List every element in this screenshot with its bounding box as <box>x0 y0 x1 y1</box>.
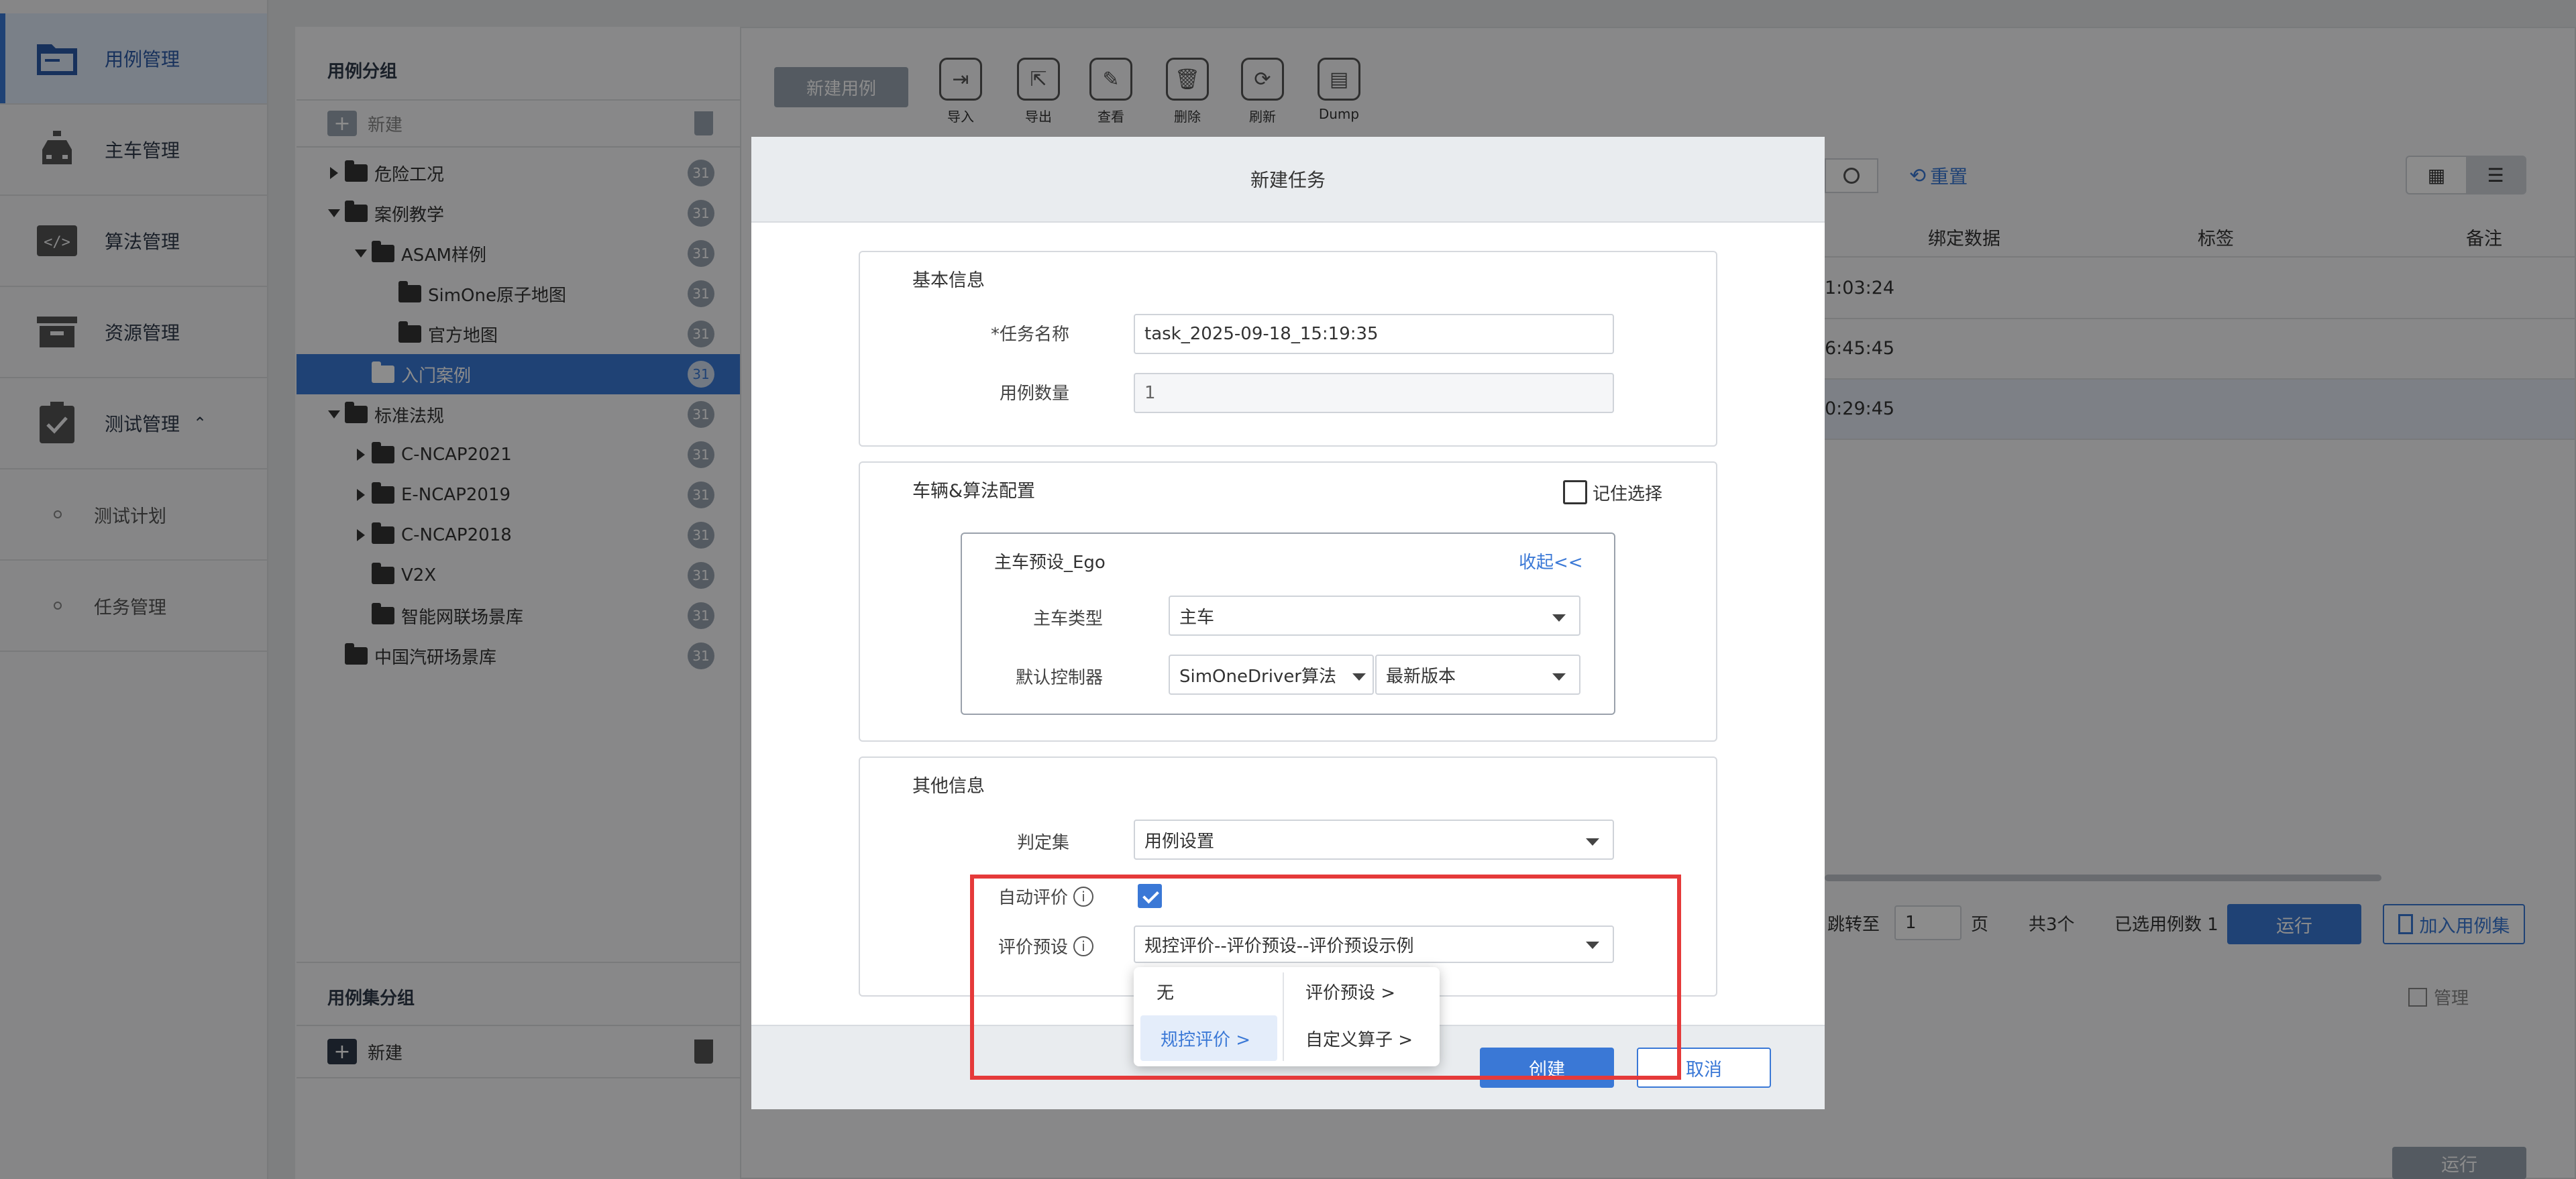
judge-set-label: 判定集 <box>1016 833 1069 853</box>
caret-down-icon <box>1586 838 1599 846</box>
version-select[interactable]: 最新版本 <box>1375 655 1580 695</box>
controller-label: 默认控制器 <box>1015 668 1103 688</box>
highlight-box <box>970 875 1681 1080</box>
caret-down-icon <box>1552 673 1566 681</box>
task-name-label: *任务名称 <box>990 325 1069 345</box>
basic-info-title: 基本信息 <box>912 270 985 291</box>
vehicle-type-label: 主车类型 <box>1032 609 1103 629</box>
task-name-input[interactable]: task_2025-09-18_15:19:35 <box>1134 314 1614 354</box>
dialog-header: 新建任务 <box>751 137 1825 223</box>
remember-checkbox[interactable] <box>1563 480 1587 504</box>
other-info-title: 其他信息 <box>912 776 985 797</box>
ego-preset-title: 主车预设_Ego <box>994 553 1106 573</box>
vehicle-type-select[interactable]: 主车 <box>1169 596 1580 636</box>
case-count-label: 用例数量 <box>999 384 1069 404</box>
caret-down-icon <box>1352 673 1366 681</box>
vehicle-config-title: 车辆&算法配置 <box>912 481 1036 502</box>
judge-set-select[interactable]: 用例设置 <box>1134 820 1614 860</box>
caret-down-icon <box>1552 614 1566 622</box>
remember-label: 记住选择 <box>1593 484 1663 504</box>
dialog-title: 新建任务 <box>1250 169 1326 191</box>
controller-select[interactable]: SimOneDriver算法 <box>1169 655 1374 695</box>
case-count-input[interactable]: 1 <box>1134 373 1614 413</box>
collapse-link[interactable]: 收起<< <box>1519 549 1583 573</box>
